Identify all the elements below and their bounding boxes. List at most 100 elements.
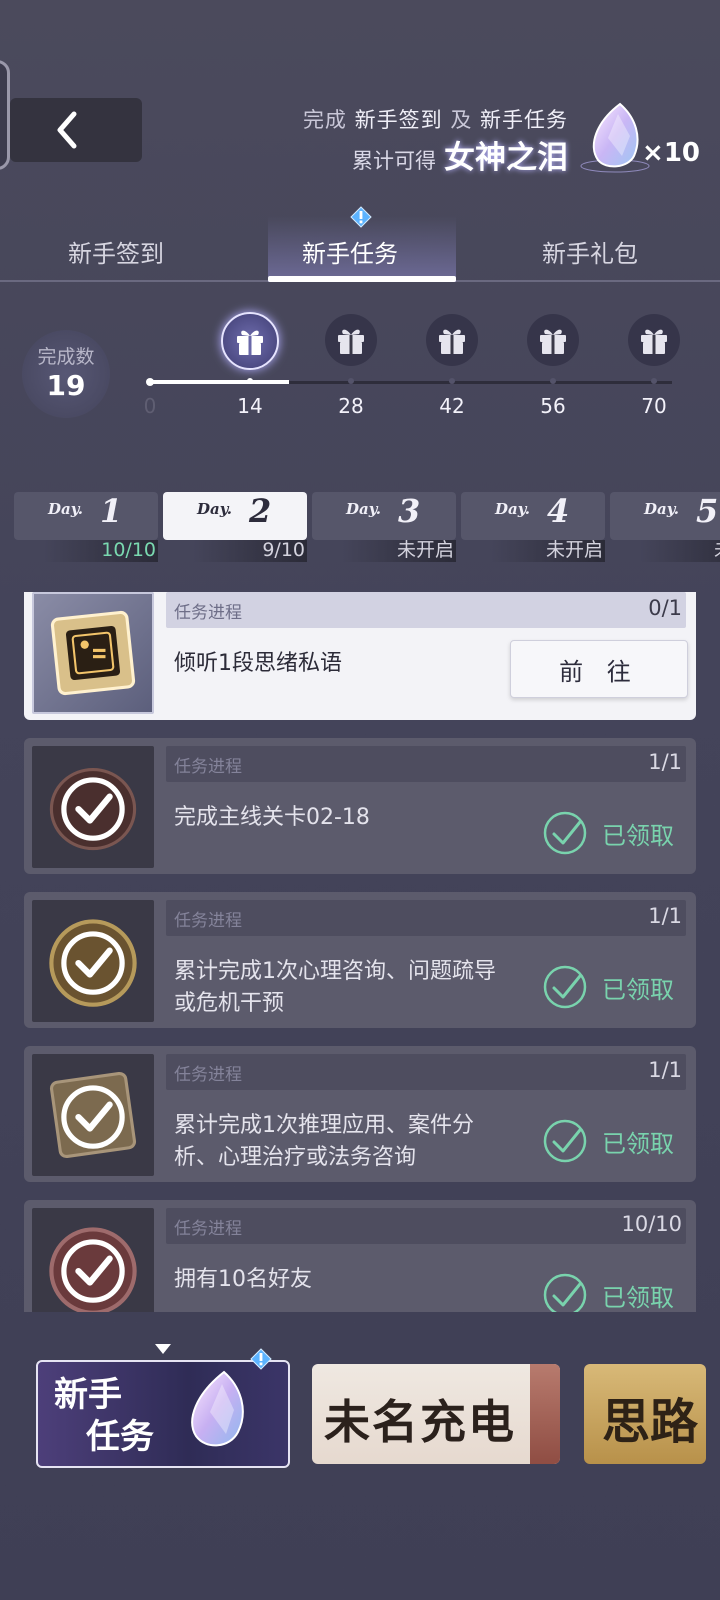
claimed-check-icon <box>543 1119 587 1163</box>
claimed-label: 已领取 <box>602 821 674 850</box>
claimed-check-icon <box>543 1273 587 1312</box>
milestone-label: 28 <box>338 394 364 418</box>
tab-tasks[interactable]: 新手任务 <box>302 234 398 269</box>
task-progress-value: 0/1 <box>648 596 682 620</box>
claimed-status: 已领取 <box>542 964 674 1010</box>
completion-label: 完成数 <box>37 346 95 368</box>
claimed-status: 已领取 <box>542 1118 674 1164</box>
back-button[interactable] <box>10 98 142 162</box>
task-card: 任务进程 1/1 完成主线关卡02-18 已领取 <box>24 738 696 874</box>
alert-icon <box>250 1348 272 1370</box>
day-number: 1 <box>100 492 123 530</box>
milestone-dot <box>146 378 154 386</box>
milestone-dot <box>449 378 455 384</box>
day-number: 5 <box>696 492 719 530</box>
selected-pointer-icon <box>155 1344 171 1354</box>
task-description: 倾听1段思绪私语 <box>174 651 342 676</box>
milestone-gift-button[interactable] <box>221 312 279 370</box>
task-progress-label: 任务进程 <box>174 1219 242 1239</box>
claimed-check-icon <box>543 965 587 1009</box>
milestone-label: 14 <box>237 394 263 418</box>
task-thumbnail <box>32 1208 154 1312</box>
milestone-dot <box>348 378 354 384</box>
go-button[interactable]: 前 往 <box>510 640 688 698</box>
reward-text: 新手任务 <box>480 108 568 132</box>
day-tab-5[interactable]: Day. 5 <box>610 492 720 540</box>
milestone-gift-button[interactable] <box>628 314 680 366</box>
day-number: 4 <box>547 492 570 530</box>
task-thumbnail <box>32 1054 154 1176</box>
day-tab-3[interactable]: Day. 3 <box>312 492 456 540</box>
day-tab-1[interactable]: Day. 1 <box>14 492 158 540</box>
task-thumbnail <box>32 900 154 1022</box>
goddess-tear-crystal-icon <box>580 102 650 173</box>
claimed-check-icon <box>543 811 587 855</box>
day-prefix: Day. <box>644 500 679 518</box>
milestone-label: 42 <box>439 394 465 418</box>
tab-gift-pack[interactable]: 新手礼包 <box>542 234 638 269</box>
check-chip-icon <box>49 1071 137 1159</box>
crystal-icon <box>191 1370 244 1447</box>
banner-decoration <box>530 1364 560 1464</box>
task-progress-value: 10/10 <box>621 1212 682 1236</box>
milestone-dot <box>550 378 556 384</box>
milestone-gift-button[interactable] <box>527 314 579 366</box>
gift-icon <box>338 329 364 354</box>
reward-text: 累计可得 <box>352 149 436 173</box>
milestone-label: 70 <box>641 394 667 418</box>
progress-fill <box>152 380 289 384</box>
task-card: 任务进程 1/1 累计完成1次推理应用、案件分析、心理治疗或法务咨询 已领取 <box>24 1046 696 1182</box>
milestone-label: 0 <box>143 394 157 418</box>
task-thumbnail <box>32 592 154 714</box>
completion-counter: 完成数 19 <box>22 330 110 418</box>
task-card: 任务进程 10/10 拥有10名好友 已领取 <box>24 1200 696 1312</box>
reward-item-name: 女神之泪 <box>444 140 568 176</box>
task-progress-value: 1/1 <box>648 904 682 928</box>
day-status: 未开启 <box>545 539 603 561</box>
banner-title: 未名充电站 <box>324 1395 516 1464</box>
task-progress-bar <box>166 1054 686 1090</box>
day-status: 未开 <box>610 538 720 562</box>
banner-title-line: 新手 <box>54 1375 122 1415</box>
milestone-gift-button[interactable] <box>426 314 478 366</box>
milestone-dot <box>651 378 657 384</box>
check-coin-icon <box>49 919 137 1007</box>
task-description: 拥有10名好友 <box>174 1267 312 1292</box>
reward-line-2: 累计可得 女神之泪 <box>352 132 568 177</box>
claimed-status: 已领取 <box>542 810 674 856</box>
banner-title: 新手 任务 <box>54 1374 154 1458</box>
day-status: 9/10 <box>262 539 305 561</box>
task-list[interactable]: 任务进程 0/1 倾听1段思绪私语 前 往 任务进程 1/1 完成主线关卡02-… <box>24 592 696 1312</box>
banner-charging-station[interactable]: 未名充电站 <box>312 1364 560 1464</box>
task-progress-bar <box>166 592 686 628</box>
gift-icon <box>540 329 566 354</box>
task-description: 完成主线关卡02-18 <box>174 805 370 830</box>
task-progress-value: 1/1 <box>648 750 682 774</box>
day-status: 未开启 <box>396 539 454 561</box>
task-progress-bar <box>166 900 686 936</box>
banner-title-line: 任务 <box>86 1417 154 1457</box>
reward-banner: 完成 新手签到 及 新手任务 累计可得 女神之泪 ×10 <box>280 100 700 182</box>
task-progress-bar <box>166 1208 686 1244</box>
banner-newbie-tasks[interactable]: 新手 任务 <box>36 1360 290 1468</box>
tab-bar: 新手签到 新手任务 新手礼包 <box>0 206 720 282</box>
gift-icon <box>641 329 667 354</box>
chevron-left-icon <box>57 111 77 149</box>
milestone-gift-button[interactable] <box>325 314 377 366</box>
check-coin-icon <box>49 768 137 851</box>
task-progress-label: 任务进程 <box>174 911 242 931</box>
day-number: 3 <box>398 492 421 530</box>
day-prefix: Day. <box>48 500 83 518</box>
day-tab-4[interactable]: Day. 4 <box>461 492 605 540</box>
gift-icon <box>439 329 465 354</box>
side-frame <box>0 60 10 170</box>
tab-checkin[interactable]: 新手签到 <box>68 234 164 269</box>
day-status: 10/10 <box>101 539 156 561</box>
banner-thoughts[interactable]: 思路 <box>584 1364 706 1464</box>
active-tab-underline <box>268 276 456 282</box>
claimed-status: 已领取 <box>542 1272 674 1312</box>
day-tab-2[interactable]: Day. 2 <box>163 492 307 540</box>
milestone-label: 56 <box>540 394 566 418</box>
task-description: 累计完成1次推理应用、案件分析、心理治疗或法务咨询 <box>174 1113 474 1170</box>
banner-title: 思路 <box>602 1394 699 1450</box>
